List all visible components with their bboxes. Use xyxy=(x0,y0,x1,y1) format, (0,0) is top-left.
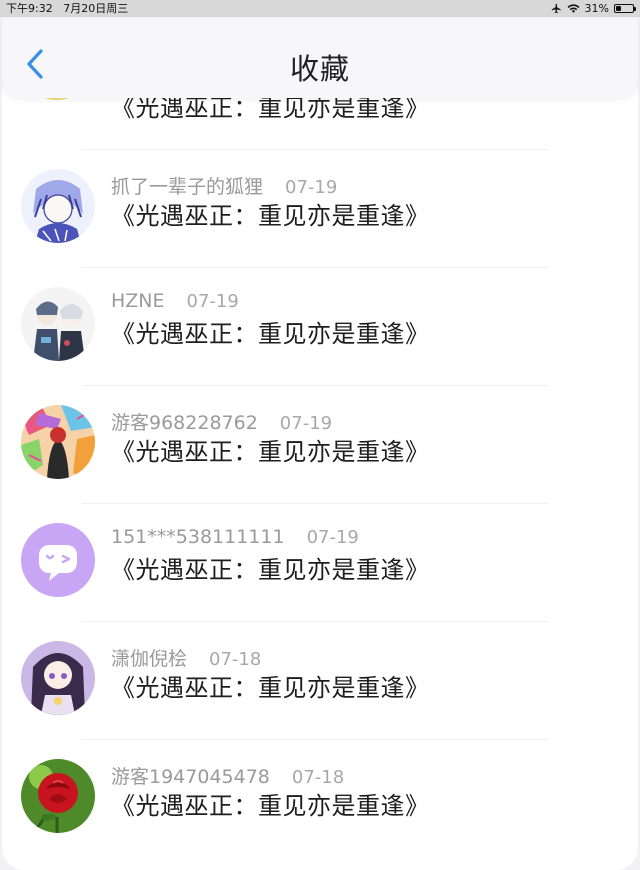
colorful-avatar-icon xyxy=(21,405,95,479)
item-date: 07-19 xyxy=(306,527,359,548)
item-meta: HZNE 07-19 xyxy=(111,290,239,312)
item-user: 抓了一辈子的狐狸 xyxy=(111,176,264,198)
battery-icon xyxy=(614,4,636,13)
list-item[interactable]: 游客1947045478 07-18 《光遇巫正：重见亦是重逢》 xyxy=(2,740,638,858)
anime-girl-avatar-icon xyxy=(21,641,95,715)
status-bar: 下午9:32 7月20日周三 31% xyxy=(0,0,640,17)
item-meta: 151***538111111 07-19 xyxy=(111,526,359,548)
status-time: 下午9:32 xyxy=(6,2,53,15)
item-meta: 游客968228762 07-19 xyxy=(111,408,332,435)
item-user: HZNE xyxy=(111,290,165,312)
battery-percent: 31% xyxy=(584,2,609,15)
page-title: 收藏 xyxy=(289,52,350,86)
favorites-list: 《光遇巫正：重见亦是重逢》 抓了一辈子的狐狸 07-19 《光遇巫正：重见亦是重逢… xyxy=(2,70,638,870)
item-date: 07-19 xyxy=(279,413,333,434)
wifi-icon xyxy=(567,4,580,13)
anime-avatar-icon xyxy=(21,169,95,243)
status-date: 7月20日周三 xyxy=(63,2,129,15)
item-title: 《光遇巫正：重见亦是重逢》 xyxy=(111,674,430,702)
item-date: 07-18 xyxy=(209,649,262,670)
list-item[interactable]: 游客968228762 07-19 《光遇巫正：重见亦是重逢》 xyxy=(2,386,638,504)
item-meta: 潇伽倪桧 07-18 xyxy=(111,644,261,671)
list-item[interactable]: 抓了一辈子的狐狸 07-19 《光遇巫正：重见亦是重逢》 xyxy=(2,150,638,268)
airplane-icon xyxy=(551,3,561,14)
battery-fill xyxy=(616,6,621,11)
item-meta: 抓了一辈子的狐狸 07-19 xyxy=(111,172,337,199)
nav-header: 收藏 xyxy=(2,18,638,98)
item-user: 151***538111111 xyxy=(111,526,285,548)
item-date: 07-19 xyxy=(186,291,239,312)
chat-bubble-avatar-icon xyxy=(21,523,95,597)
item-date: 07-19 xyxy=(285,177,338,198)
item-date: 07-18 xyxy=(291,767,345,788)
item-title: 《光遇巫正：重见亦是重逢》 xyxy=(111,202,430,230)
item-title: 《光遇巫正：重见亦是重逢》 xyxy=(111,556,430,584)
status-time-date: 下午9:32 7月20日周三 xyxy=(6,0,128,17)
item-meta: 游客1947045478 07-18 xyxy=(111,762,344,789)
item-user: 潇伽倪桧 xyxy=(111,648,188,670)
list-item[interactable]: HZNE 07-19 《光遇巫正：重见亦是重逢》 xyxy=(2,268,638,386)
anime-duo-avatar-icon xyxy=(21,287,95,361)
rose-avatar-icon xyxy=(21,759,95,833)
list-item[interactable]: 潇伽倪桧 07-18 《光遇巫正：重见亦是重逢》 xyxy=(2,622,638,740)
status-right: 31% xyxy=(551,0,636,17)
item-user: 游客968228762 xyxy=(111,412,258,434)
item-title: 《光遇巫正：重见亦是重逢》 xyxy=(111,792,430,820)
list-item[interactable]: 151***538111111 07-19 《光遇巫正：重见亦是重逢》 xyxy=(2,504,638,622)
item-title: 《光遇巫正：重见亦是重逢》 xyxy=(111,320,430,348)
item-title: 《光遇巫正：重见亦是重逢》 xyxy=(111,438,430,466)
item-user: 游客1947045478 xyxy=(111,766,270,788)
